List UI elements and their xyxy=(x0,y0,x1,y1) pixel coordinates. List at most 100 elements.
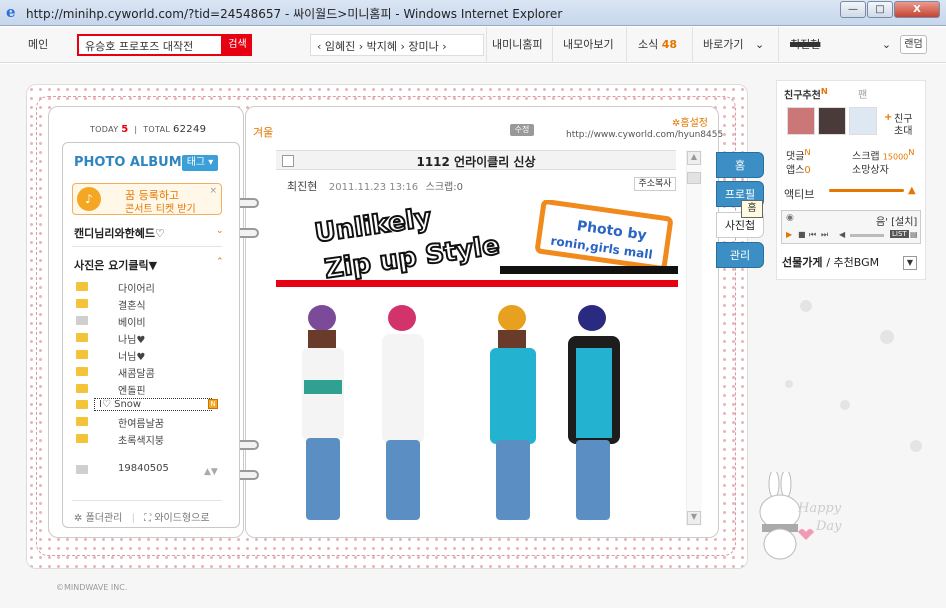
chevron-up-icon[interactable]: ⌃ xyxy=(216,257,224,267)
today-label: TODAY xyxy=(90,125,119,134)
folder-item[interactable]: 너님♥ xyxy=(74,347,224,363)
friend-invite[interactable]: + 친구 초대 xyxy=(884,108,924,138)
tag-dropdown-button[interactable]: 태그 ▾ xyxy=(182,155,218,171)
chevron-down-icon[interactable]: ⌄ xyxy=(216,226,224,236)
folder-item[interactable]: 나님♥ xyxy=(74,330,224,346)
ie-logo-icon: e xyxy=(6,3,16,21)
photo-stripe-black xyxy=(500,266,678,274)
folder-item[interactable]: 다이어리 xyxy=(74,279,224,295)
folder-item[interactable]: 19840505 xyxy=(74,462,224,478)
visitor-counter: TODAY 5 | TOTAL 62249 xyxy=(90,124,207,135)
apps-link[interactable]: 앱스0 xyxy=(786,161,811,176)
apps-count: 0 xyxy=(804,165,811,176)
folder-item[interactable]: 베이비 xyxy=(74,313,224,329)
stop-icon[interactable]: ■ xyxy=(798,230,806,239)
search-input[interactable]: 유승호 프로포즈 대작전 xyxy=(77,34,223,56)
folder-item[interactable]: 한여름날꿈 xyxy=(74,414,224,430)
post-scrap-count: 스크랩:0 xyxy=(425,182,463,193)
folder-item[interactable]: 초록색지붕 xyxy=(74,431,224,447)
maximize-button[interactable]: □ xyxy=(867,1,893,18)
volume-slider[interactable] xyxy=(850,234,884,237)
post-scrollbar[interactable] xyxy=(686,150,702,526)
post-photo[interactable]: Unlikely Zip up Style Photo by ronin,gir… xyxy=(276,200,678,524)
nav-divider xyxy=(692,27,693,63)
folder-icon xyxy=(76,282,88,291)
new-badge: N xyxy=(208,399,218,409)
divider xyxy=(72,500,222,501)
folder-icon xyxy=(76,417,88,426)
photo-stripe-red xyxy=(276,280,678,287)
sort-arrows-icon[interactable]: ▲▼ xyxy=(204,467,218,477)
chevron-down-icon: ⌄ xyxy=(881,38,892,51)
nav-shortcut-dropdown[interactable]: 바로가기 ⌄ xyxy=(703,36,764,52)
post-author[interactable]: 최진현 xyxy=(287,180,317,193)
snow-decoration xyxy=(800,300,812,312)
nav-news-link[interactable]: 소식 48 xyxy=(638,36,677,52)
folder-icon xyxy=(76,367,88,376)
folder-group-1[interactable]: 캔디님리와한혜드♡ xyxy=(74,225,165,241)
nav-collection-link[interactable]: 내모아보기 xyxy=(563,36,614,52)
promo-banner[interactable]: ♪ 꿈 등록하고 콘서트 티켓 받기 × xyxy=(72,183,222,215)
friend-recommend-label: 친구추천 xyxy=(784,90,821,102)
folder-item[interactable]: 엔돌핀 xyxy=(74,381,224,397)
next-icon[interactable]: ⏭ xyxy=(821,230,828,240)
search-button[interactable]: 검색 xyxy=(223,34,252,56)
folder-icon xyxy=(76,384,88,393)
nav-main-link[interactable]: 메인 xyxy=(28,36,48,52)
tab-home[interactable]: 홈 xyxy=(716,152,764,178)
scroll-thumb[interactable] xyxy=(687,172,701,184)
homepy-url[interactable]: http://www.cyworld.com/hyun8455 xyxy=(566,130,723,140)
today-count: 5 xyxy=(121,124,129,135)
wish-box-link[interactable]: 소망상자 xyxy=(852,161,889,176)
promo-line2: 콘서트 티켓 받기 xyxy=(125,204,196,215)
friend-avatar[interactable] xyxy=(787,107,815,135)
folder-group-2[interactable]: 사진은 요기클릭▼ xyxy=(74,257,157,273)
close-icon[interactable]: × xyxy=(209,186,217,196)
copy-address-button[interactable]: 주소복사 xyxy=(634,177,676,191)
visit-history[interactable]: ‹ 임혜진 › 박지혜 › 장미나 › xyxy=(310,34,484,56)
volume-icon: ◀ xyxy=(839,230,846,239)
folder-item[interactable]: 결혼식 xyxy=(74,296,224,312)
folder-label: 결혼식 xyxy=(118,301,146,312)
nav-user-dropdown[interactable]: 최진현 ⌄ xyxy=(790,36,891,52)
list-icon[interactable]: ▤ xyxy=(910,230,918,239)
gift-dropdown-chevron-icon[interactable]: ▼ xyxy=(903,256,917,270)
close-button[interactable]: X xyxy=(894,1,940,18)
folder-item[interactable]: 새콤달콤 xyxy=(74,364,224,380)
post-title: 1112 언라이클리 신상 xyxy=(416,155,536,169)
random-button[interactable]: 랜덤 xyxy=(900,35,927,54)
folder-icon xyxy=(76,350,88,359)
recommend-bgm-link[interactable]: / 추천BGM xyxy=(826,256,879,269)
scroll-up-arrow-icon[interactable]: ▲ xyxy=(687,151,701,165)
fan-tab[interactable]: 팬 xyxy=(858,86,867,101)
folder-icon xyxy=(76,316,88,325)
photo-headline: Unlikely Zip up Style xyxy=(312,202,503,286)
gift-shop-link[interactable]: 선물가게 xyxy=(782,256,822,269)
nav-my-homepy-link[interactable]: 내미니홈피 xyxy=(492,36,543,52)
bgm-install-link[interactable]: 음' [설치] xyxy=(876,213,917,228)
scroll-down-arrow-icon[interactable]: ▼ xyxy=(687,511,701,525)
wide-view-link[interactable]: 와이드형으로 xyxy=(154,513,209,524)
edit-button[interactable]: 수정 xyxy=(510,124,534,136)
folder-item[interactable]: I♡ Snow N xyxy=(74,397,224,413)
gear-icon: ✲ xyxy=(74,513,83,524)
nav-news-label: 소식 xyxy=(638,38,659,51)
friend-avatar[interactable] xyxy=(849,107,877,135)
season-label: 겨울 xyxy=(253,126,274,139)
folder-manage-link[interactable]: 폴더관리 xyxy=(86,513,123,524)
apps-label: 앱스 xyxy=(786,165,805,176)
prev-icon[interactable]: ⏮ xyxy=(809,230,816,240)
folder-icon xyxy=(76,434,88,443)
wide-icon: ⛶ xyxy=(144,513,152,524)
tab-manage[interactable]: 관리 xyxy=(716,242,764,268)
news-count-badge: 48 xyxy=(661,38,678,51)
friend-recommend-tab[interactable]: 친구추천N xyxy=(784,86,828,101)
home-settings-link[interactable]: ✲홈설정 xyxy=(672,114,708,129)
post-datetime: 2011.11.23 13:16 xyxy=(328,182,419,193)
bgm-list-button[interactable]: LIST xyxy=(890,230,909,238)
minimize-button[interactable]: — xyxy=(840,1,866,18)
folder-label: 19840505 xyxy=(118,463,169,474)
friend-avatar[interactable] xyxy=(818,107,846,135)
plus-icon: + xyxy=(884,112,893,123)
play-icon[interactable]: ▶ xyxy=(786,230,792,239)
